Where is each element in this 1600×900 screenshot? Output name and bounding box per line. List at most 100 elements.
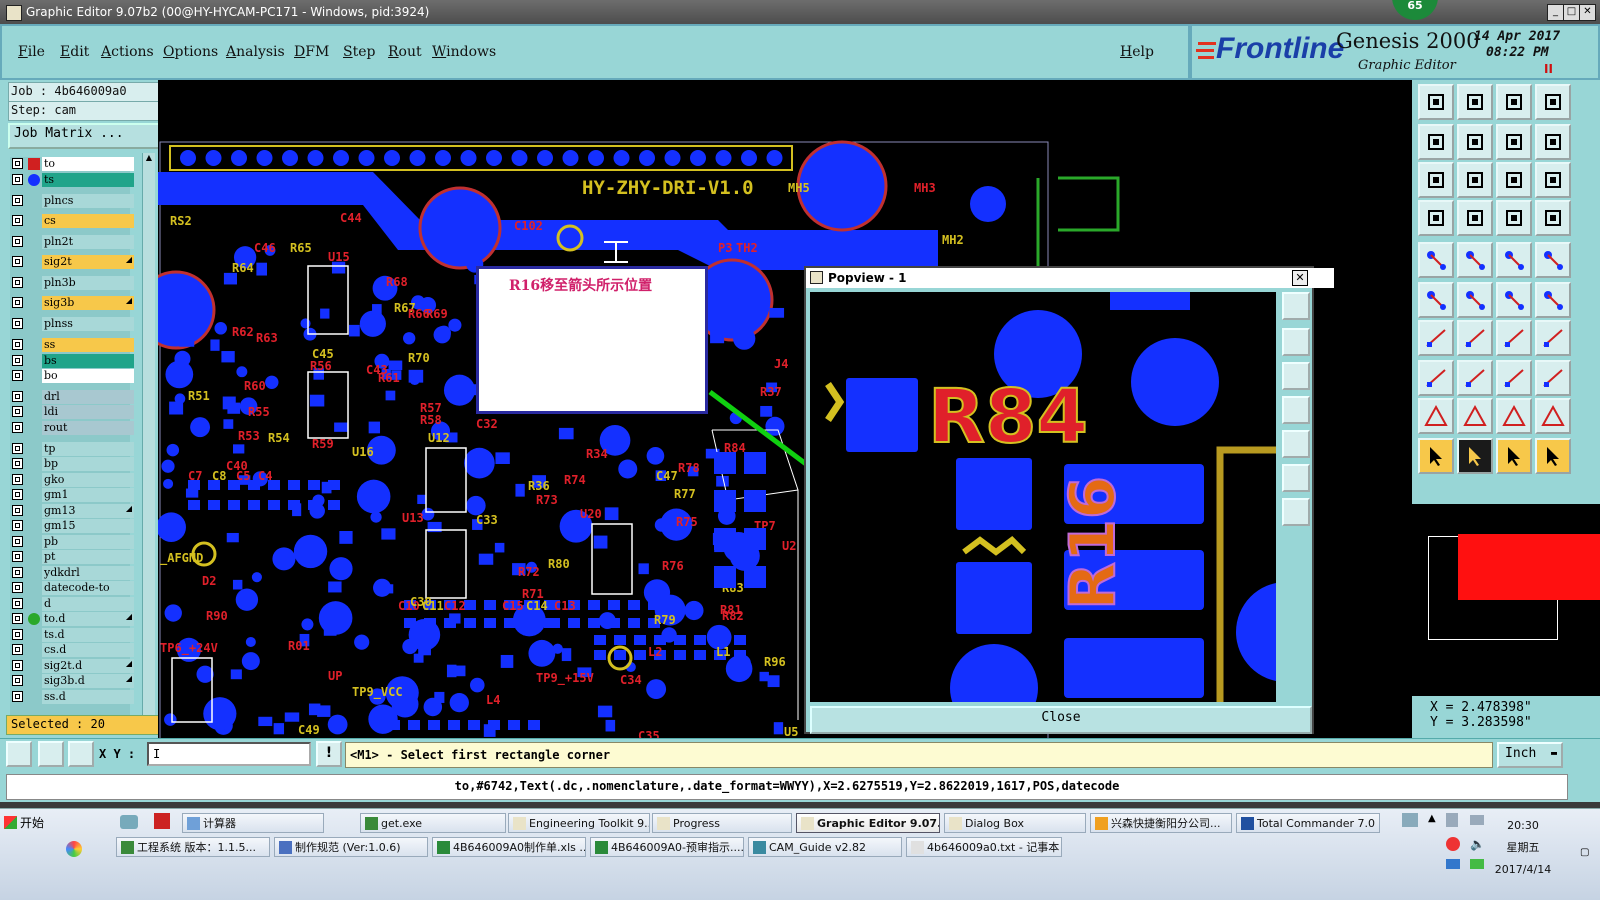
layer-row[interactable]: d: [10, 597, 134, 611]
measure-mode-icon[interactable]: [38, 741, 64, 767]
xy-input[interactable]: [147, 742, 311, 766]
layer-name[interactable]: sig3b: [42, 296, 134, 310]
menu-step[interactable]: Step: [343, 44, 375, 60]
layer-row[interactable]: pb: [10, 535, 134, 549]
cut-line-icon[interactable]: [1457, 320, 1493, 356]
popview-pan-right-icon[interactable]: [1282, 430, 1310, 458]
mirror-icon[interactable]: [1535, 320, 1571, 356]
layer-row[interactable]: gm15: [10, 519, 134, 533]
layer-name[interactable]: ts: [42, 173, 134, 187]
layers-icon[interactable]: [1496, 200, 1532, 236]
pad-icon[interactable]: [1535, 242, 1571, 278]
layer-name[interactable]: tp: [42, 442, 134, 456]
layer-name[interactable]: pb: [42, 535, 134, 549]
layer-checkbox[interactable]: [12, 391, 23, 402]
popview-center-icon[interactable]: [1282, 498, 1310, 526]
menu-options[interactable]: Options: [163, 44, 218, 60]
layer-checkbox[interactable]: [12, 443, 23, 454]
popview-close-button[interactable]: Close: [810, 706, 1312, 734]
layer-row[interactable]: pln2t: [10, 235, 134, 249]
grid-icon[interactable]: [1457, 200, 1493, 236]
zoom-home-icon[interactable]: [1418, 84, 1454, 120]
redraw-icon[interactable]: [1535, 124, 1571, 160]
layer-checkbox[interactable]: [12, 613, 23, 624]
tray-printer-icon[interactable]: [1402, 813, 1418, 827]
tray-expand-icon[interactable]: ▲: [1428, 813, 1436, 824]
layer-checkbox[interactable]: [12, 598, 23, 609]
copy-icon[interactable]: [1496, 360, 1532, 396]
polygon4-icon[interactable]: [1535, 398, 1571, 434]
layer-name[interactable]: pln3b: [42, 276, 134, 290]
taskbar-item[interactable]: 4B646009A0制作单.xls ...: [432, 837, 586, 857]
layer-name[interactable]: sig2t.d: [42, 659, 134, 673]
layer-row[interactable]: pt: [10, 550, 134, 564]
layer-row[interactable]: ydkdrl: [10, 566, 134, 580]
show-desktop-icon[interactable]: [120, 815, 138, 829]
polygon3-icon[interactable]: [1496, 398, 1532, 434]
rotate-icon[interactable]: [1496, 320, 1532, 356]
layer-name[interactable]: plncs: [42, 194, 134, 208]
layer-row[interactable]: bo: [10, 369, 134, 383]
layer-row[interactable]: rout: [10, 421, 134, 435]
pointer-icon[interactable]: [1418, 438, 1454, 474]
layer-name[interactable]: gm1: [42, 488, 134, 502]
snap-mode-icon[interactable]: [6, 741, 32, 767]
layer-row[interactable]: cs.d: [10, 643, 134, 657]
popview-fit-icon[interactable]: [1282, 464, 1310, 492]
taskbar-item[interactable]: 4B646009A0-预审指示....: [590, 837, 744, 857]
menu-help[interactable]: Help: [1120, 44, 1154, 60]
layer-checkbox[interactable]: [12, 158, 23, 169]
scale-1-2-icon[interactable]: [1496, 162, 1532, 198]
layer-checkbox[interactable]: [12, 675, 23, 686]
pointer-move-icon[interactable]: [1535, 438, 1571, 474]
layer-checkbox[interactable]: [12, 195, 23, 206]
layer-row[interactable]: ts.d: [10, 628, 134, 642]
layer-name[interactable]: drl: [42, 390, 134, 404]
layer-row[interactable]: plnss: [10, 317, 134, 331]
taskbar-item[interactable]: get.exe: [360, 813, 506, 833]
layer-checkbox[interactable]: [12, 567, 23, 578]
layer-row[interactable]: ss: [10, 338, 134, 352]
layer-name[interactable]: ydkdrl: [42, 566, 134, 580]
popview-zoom-in-icon[interactable]: [1282, 328, 1310, 356]
layer-name[interactable]: gko: [42, 473, 134, 487]
layer-checkbox[interactable]: [12, 297, 23, 308]
layer-checkbox[interactable]: [12, 520, 23, 531]
layer-checkbox[interactable]: [12, 474, 23, 485]
action-center-icon[interactable]: ▢: [1580, 847, 1589, 858]
popview-canvas[interactable]: R84 R16: [810, 292, 1276, 702]
pointer-zoom-icon[interactable]: [1496, 438, 1532, 474]
overview-map[interactable]: [1412, 504, 1600, 714]
quicklaunch-icon[interactable]: [66, 841, 82, 857]
layer-name[interactable]: ss.d: [42, 690, 134, 704]
taskbar-item[interactable]: 4b646009a0.txt - 记事本: [906, 837, 1062, 857]
layer-row[interactable]: tp: [10, 442, 134, 456]
layer-checkbox[interactable]: [12, 422, 23, 433]
taskbar-clock[interactable]: 20:30 星期五 2017/4/14: [1478, 815, 1568, 881]
layer-row[interactable]: bp: [10, 457, 134, 471]
layer-checkbox[interactable]: [12, 629, 23, 640]
zoom-in-icon[interactable]: [1457, 84, 1493, 120]
popview-zoom-home-icon[interactable]: [1282, 292, 1310, 320]
layer-row[interactable]: sig2t.d ◢: [10, 659, 134, 673]
menu-edit[interactable]: Edit: [60, 44, 89, 60]
layer-checkbox[interactable]: [12, 489, 23, 500]
layer-checkbox[interactable]: [12, 505, 23, 516]
layer-name[interactable]: ldi: [42, 405, 134, 419]
taskbar-item[interactable]: Graphic Editor 9.07...: [796, 813, 940, 833]
popview-window[interactable]: Popview - 1 ✕ R84 R16 Close: [804, 266, 1334, 734]
layer-row[interactable]: sig3b.d ◢: [10, 674, 134, 688]
layer-name[interactable]: datecode-to: [42, 581, 134, 595]
taskbar-item[interactable]: 计算器: [182, 813, 324, 833]
taskbar-item[interactable]: 制作规范 (Ver:1.0.6): [274, 837, 428, 857]
snap-icon[interactable]: [1535, 200, 1571, 236]
layer-checkbox[interactable]: [12, 660, 23, 671]
layer-name[interactable]: gm13: [42, 504, 134, 518]
filter-icon[interactable]: [1418, 200, 1454, 236]
layer-name[interactable]: bo: [42, 369, 134, 383]
resize-icon[interactable]: [1535, 360, 1571, 396]
layer-row[interactable]: pln3b: [10, 276, 134, 290]
layer-row[interactable]: gm1: [10, 488, 134, 502]
line-select-icon[interactable]: [1496, 282, 1532, 318]
menu-windows[interactable]: Windows: [432, 44, 496, 60]
